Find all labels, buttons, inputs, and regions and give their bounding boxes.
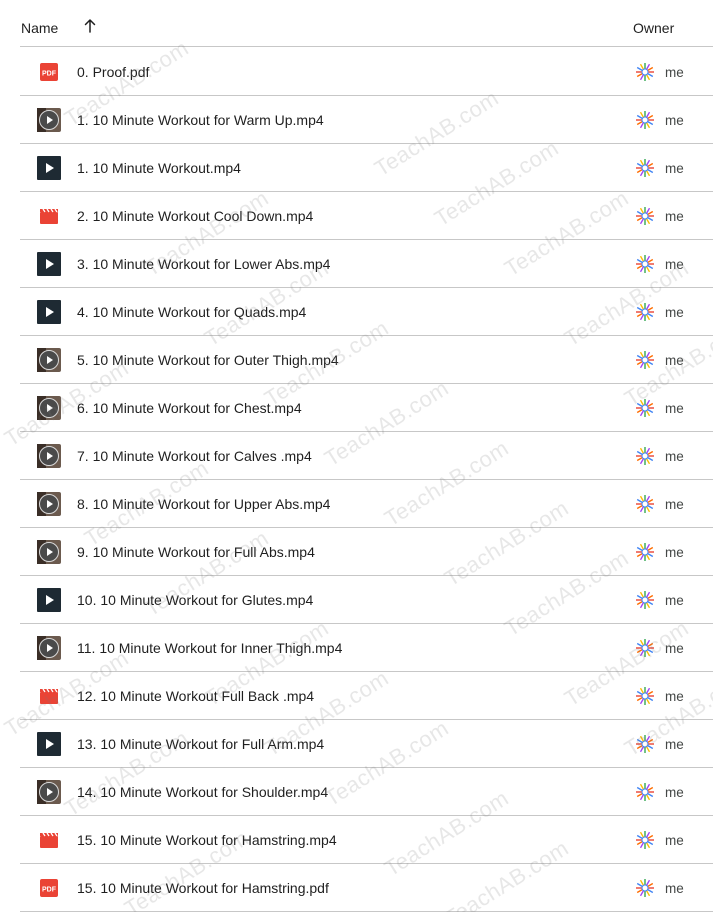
file-name[interactable]: 12. 10 Minute Workout Full Back .mp4	[77, 688, 314, 704]
file-row[interactable]: 9. 10 Minute Workout for Full Abs.mp4 me	[20, 528, 713, 576]
video-thumbnail-icon	[37, 300, 61, 324]
file-list: PDF 0. Proof.pdf me 1. 10 Minute Workout fo…	[20, 48, 713, 912]
video-file-icon	[37, 828, 61, 852]
file-name[interactable]: 9. 10 Minute Workout for Full Abs.mp4	[77, 544, 315, 560]
owner-label: me	[665, 641, 684, 656]
video-file-icon	[37, 204, 61, 228]
file-row[interactable]: 12. 10 Minute Workout Full Back .mp4 me	[20, 672, 713, 720]
file-name[interactable]: 3. 10 Minute Workout for Lower Abs.mp4	[77, 256, 330, 272]
svg-text:PDF: PDF	[42, 887, 57, 894]
owner-avatar-icon	[634, 781, 656, 803]
file-name[interactable]: 8. 10 Minute Workout for Upper Abs.mp4	[77, 496, 330, 512]
owner-avatar-icon	[634, 61, 656, 83]
file-name[interactable]: 11. 10 Minute Workout for Inner Thigh.mp…	[77, 640, 342, 656]
file-row[interactable]: 14. 10 Minute Workout for Shoulder.mp4 me	[20, 768, 713, 816]
owner-label: me	[665, 305, 684, 320]
file-row[interactable]: 10. 10 Minute Workout for Glutes.mp4 me	[20, 576, 713, 624]
file-name[interactable]: 10. 10 Minute Workout for Glutes.mp4	[77, 592, 313, 608]
owner-label: me	[665, 161, 684, 176]
owner-label: me	[665, 401, 684, 416]
owner-label: me	[665, 65, 684, 80]
file-name[interactable]: 15. 10 Minute Workout for Hamstring.pdf	[77, 880, 329, 896]
owner-avatar-icon	[634, 829, 656, 851]
arrow-up-icon[interactable]	[81, 17, 99, 35]
file-name[interactable]: 14. 10 Minute Workout for Shoulder.mp4	[77, 784, 328, 800]
video-thumbnail-icon	[37, 156, 61, 180]
svg-text:PDF: PDF	[42, 71, 57, 78]
file-name[interactable]: 13. 10 Minute Workout for Full Arm.mp4	[77, 736, 324, 752]
file-name[interactable]: 1. 10 Minute Workout for Warm Up.mp4	[77, 112, 324, 128]
file-row[interactable]: 15. 10 Minute Workout for Hamstring.mp4 m…	[20, 816, 713, 864]
owner-label: me	[665, 881, 684, 896]
file-name[interactable]: 4. 10 Minute Workout for Quads.mp4	[77, 304, 306, 320]
video-thumbnail-icon	[37, 396, 61, 420]
owner-label: me	[665, 833, 684, 848]
file-row[interactable]: 1. 10 Minute Workout for Warm Up.mp4 me	[20, 96, 713, 144]
file-name[interactable]: 7. 10 Minute Workout for Calves .mp4	[77, 448, 312, 464]
owner-label: me	[665, 593, 684, 608]
owner-label: me	[665, 449, 684, 464]
video-thumbnail-icon	[37, 492, 61, 516]
file-name[interactable]: 15. 10 Minute Workout for Hamstring.mp4	[77, 832, 337, 848]
video-thumbnail-icon	[37, 444, 61, 468]
owner-avatar-icon	[634, 637, 656, 659]
file-row[interactable]: 11. 10 Minute Workout for Inner Thigh.mp…	[20, 624, 713, 672]
owner-avatar-icon	[634, 253, 656, 275]
owner-avatar-icon	[634, 397, 656, 419]
pdf-file-icon: PDF	[37, 60, 61, 84]
file-row[interactable]: 4. 10 Minute Workout for Quads.mp4 me	[20, 288, 713, 336]
video-thumbnail-icon	[37, 540, 61, 564]
owner-label: me	[665, 257, 684, 272]
file-row[interactable]: PDF 0. Proof.pdf me	[20, 48, 713, 96]
owner-avatar-icon	[634, 733, 656, 755]
video-thumbnail-icon	[37, 732, 61, 756]
owner-label: me	[665, 353, 684, 368]
owner-label: me	[665, 737, 684, 752]
file-row[interactable]: 2. 10 Minute Workout Cool Down.mp4 me	[20, 192, 713, 240]
owner-label: me	[665, 785, 684, 800]
video-thumbnail-icon	[37, 252, 61, 276]
file-row[interactable]: PDF 15. 10 Minute Workout for Hamstring.p…	[20, 864, 713, 912]
file-row[interactable]: 8. 10 Minute Workout for Upper Abs.mp4 me	[20, 480, 713, 528]
owner-avatar-icon	[634, 589, 656, 611]
owner-avatar-icon	[634, 445, 656, 467]
file-name[interactable]: 2. 10 Minute Workout Cool Down.mp4	[77, 208, 313, 224]
owner-label: me	[665, 545, 684, 560]
file-row[interactable]: 6. 10 Minute Workout for Chest.mp4 me	[20, 384, 713, 432]
file-row[interactable]: 5. 10 Minute Workout for Outer Thigh.mp4…	[20, 336, 713, 384]
owner-avatar-icon	[634, 205, 656, 227]
file-name[interactable]: 6. 10 Minute Workout for Chest.mp4	[77, 400, 302, 416]
file-row[interactable]: 7. 10 Minute Workout for Calves .mp4 me	[20, 432, 713, 480]
video-thumbnail-icon	[37, 636, 61, 660]
owner-avatar-icon	[634, 301, 656, 323]
owner-avatar-icon	[634, 349, 656, 371]
file-name[interactable]: 0. Proof.pdf	[77, 64, 149, 80]
file-row[interactable]: 1. 10 Minute Workout.mp4 me	[20, 144, 713, 192]
file-name[interactable]: 1. 10 Minute Workout.mp4	[77, 160, 241, 176]
video-thumbnail-icon	[37, 780, 61, 804]
owner-column-header[interactable]: Owner	[633, 20, 674, 36]
owner-avatar-icon	[634, 109, 656, 131]
video-thumbnail-icon	[37, 348, 61, 372]
owner-avatar-icon	[634, 541, 656, 563]
owner-label: me	[665, 113, 684, 128]
file-list-header: Name Owner	[20, 0, 713, 47]
owner-avatar-icon	[634, 685, 656, 707]
video-thumbnail-icon	[37, 588, 61, 612]
name-column-header[interactable]: Name	[21, 20, 58, 36]
pdf-file-icon: PDF	[37, 876, 61, 900]
owner-avatar-icon	[634, 157, 656, 179]
owner-avatar-icon	[634, 493, 656, 515]
file-name[interactable]: 5. 10 Minute Workout for Outer Thigh.mp4	[77, 352, 339, 368]
owner-label: me	[665, 209, 684, 224]
owner-avatar-icon	[634, 877, 656, 899]
video-file-icon	[37, 684, 61, 708]
owner-label: me	[665, 497, 684, 512]
owner-label: me	[665, 689, 684, 704]
file-row[interactable]: 13. 10 Minute Workout for Full Arm.mp4 me	[20, 720, 713, 768]
video-thumbnail-icon	[37, 108, 61, 132]
file-row[interactable]: 3. 10 Minute Workout for Lower Abs.mp4 me	[20, 240, 713, 288]
